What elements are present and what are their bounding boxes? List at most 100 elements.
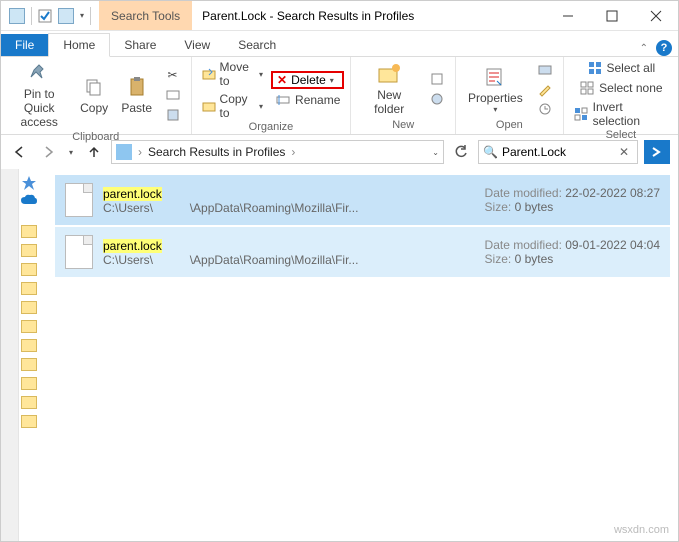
group-new: New folder New [351, 57, 456, 134]
properties-button[interactable]: Properties ▾ [462, 63, 529, 116]
search-icon: 🔍 [483, 145, 502, 159]
new-folder-icon[interactable] [58, 8, 74, 24]
qat-dropdown-icon[interactable]: ▾ [80, 11, 84, 20]
result-item[interactable]: parent.lock C:\Users\ \AppData\Roaming\M… [55, 175, 670, 225]
search-text: Parent.Lock [502, 145, 615, 159]
folder-tree-item[interactable] [21, 225, 37, 238]
quick-access-toolbar: ▾ [1, 7, 99, 25]
edit-button[interactable] [533, 80, 557, 98]
explorer-icon [9, 8, 25, 24]
paste-shortcut-button[interactable] [161, 106, 185, 124]
up-button[interactable] [83, 141, 105, 163]
clear-search-icon[interactable]: ✕ [615, 145, 633, 159]
address-bar[interactable]: › Search Results in Profiles › ⌄ [111, 140, 444, 164]
location-icon [116, 144, 132, 160]
search-results: parent.lock C:\Users\ \AppData\Roaming\M… [47, 169, 678, 541]
paste-icon [125, 75, 149, 99]
delete-button[interactable]: ✕ Delete▾ [271, 71, 344, 89]
copy-path-icon [165, 87, 181, 103]
address-dropdown-icon[interactable]: ⌄ [432, 148, 439, 157]
breadcrumb[interactable]: Search Results in Profiles [148, 145, 285, 159]
window-controls [546, 1, 678, 31]
nav-scrollbar[interactable] [1, 169, 19, 541]
tab-search[interactable]: Search [224, 34, 290, 56]
copy-path-button[interactable] [161, 86, 185, 104]
recent-dropdown-icon[interactable]: ▾ [65, 141, 77, 163]
title-bar: ▾ Search Tools Parent.Lock - Search Resu… [1, 1, 678, 31]
folder-tree-item[interactable] [21, 358, 37, 371]
maximize-button[interactable] [590, 1, 634, 31]
collapse-ribbon-icon[interactable]: ⌃ [640, 43, 648, 54]
delete-icon: ✕ [277, 73, 287, 87]
cut-icon: ✂ [165, 67, 181, 83]
folder-tree-item[interactable] [21, 301, 37, 314]
folder-tree-item[interactable] [21, 396, 37, 409]
folder-tree-item[interactable] [21, 263, 37, 276]
ribbon: Pin to Quick access Copy Paste ✂ Clipboa… [1, 57, 678, 135]
search-box[interactable]: 🔍 Parent.Lock ✕ [478, 140, 638, 164]
new-item-button[interactable] [425, 70, 449, 88]
content-area: parent.lock C:\Users\ \AppData\Roaming\M… [1, 169, 678, 541]
breadcrumb-sep-icon: › [291, 145, 295, 159]
rename-icon [275, 92, 291, 108]
folder-tree-item[interactable] [21, 244, 37, 257]
pin-icon [27, 61, 51, 85]
quick-access-icon[interactable] [21, 175, 37, 188]
file-name: parent.lock [103, 237, 475, 253]
cut-button[interactable]: ✂ [161, 66, 185, 84]
minimize-button[interactable] [546, 1, 590, 31]
select-none-button[interactable]: Select none [570, 79, 672, 97]
help-icon[interactable]: ? [656, 40, 672, 56]
select-all-button[interactable]: Select all [570, 59, 672, 77]
group-open: Properties ▾ Open [456, 57, 564, 134]
new-item-icon [429, 71, 445, 87]
tab-view[interactable]: View [170, 34, 224, 56]
folder-tree-item[interactable] [21, 320, 37, 333]
pin-to-quick-access-button[interactable]: Pin to Quick access [7, 59, 71, 131]
open-button[interactable] [533, 60, 557, 78]
close-button[interactable] [634, 1, 678, 31]
ribbon-tabs: File Home Share View Search ⌃ ? [1, 31, 678, 57]
file-meta: Date modified: 09-01-2022 04:04 Size: 0 … [485, 238, 660, 266]
new-folder-button[interactable]: New folder [357, 60, 421, 118]
forward-button[interactable] [37, 141, 59, 163]
navigation-tree [19, 169, 47, 541]
back-button[interactable] [9, 141, 31, 163]
shortcut-icon [165, 107, 181, 123]
watermark: wsxdn.com [614, 524, 669, 536]
folder-tree-item[interactable] [21, 415, 37, 428]
window-title: Parent.Lock - Search Results in Profiles [192, 9, 546, 23]
copy-to-button[interactable]: Copy to▾ [198, 91, 267, 121]
select-all-icon [587, 60, 603, 76]
search-go-button[interactable] [644, 140, 670, 164]
navigation-bar: ▾ › Search Results in Profiles › ⌄ 🔍 Par… [1, 135, 678, 169]
paste-button[interactable]: Paste [117, 73, 157, 117]
move-to-button[interactable]: Move to▾ [198, 59, 267, 89]
folder-tree-item[interactable] [21, 377, 37, 390]
separator [90, 7, 91, 25]
copy-button[interactable]: Copy [75, 73, 112, 117]
file-icon [65, 235, 93, 269]
checkbox-icon[interactable] [38, 9, 52, 23]
copy-to-icon [202, 98, 216, 114]
history-button[interactable] [533, 100, 557, 118]
rename-button[interactable]: Rename [271, 91, 344, 109]
result-item[interactable]: parent.lock C:\Users\ \AppData\Roaming\M… [55, 227, 670, 277]
file-icon [65, 183, 93, 217]
onedrive-icon[interactable] [21, 194, 37, 207]
invert-selection-icon [574, 106, 589, 122]
folder-tree-item[interactable] [21, 282, 37, 295]
move-to-icon [202, 66, 216, 82]
search-tools-context-tab[interactable]: Search Tools [99, 1, 192, 30]
properties-icon [483, 65, 507, 89]
tab-file[interactable]: File [1, 34, 48, 56]
invert-selection-button[interactable]: Invert selection [570, 99, 672, 129]
refresh-button[interactable] [450, 141, 472, 163]
group-select: Select all Select none Invert selection … [564, 57, 678, 134]
group-label: Organize [198, 121, 345, 134]
easy-access-button[interactable] [425, 90, 449, 108]
file-path: C:\Users\ \AppData\Roaming\Mozilla\Fir..… [103, 201, 475, 215]
folder-tree-item[interactable] [21, 339, 37, 352]
tab-share[interactable]: Share [110, 34, 170, 56]
tab-home[interactable]: Home [48, 33, 110, 57]
